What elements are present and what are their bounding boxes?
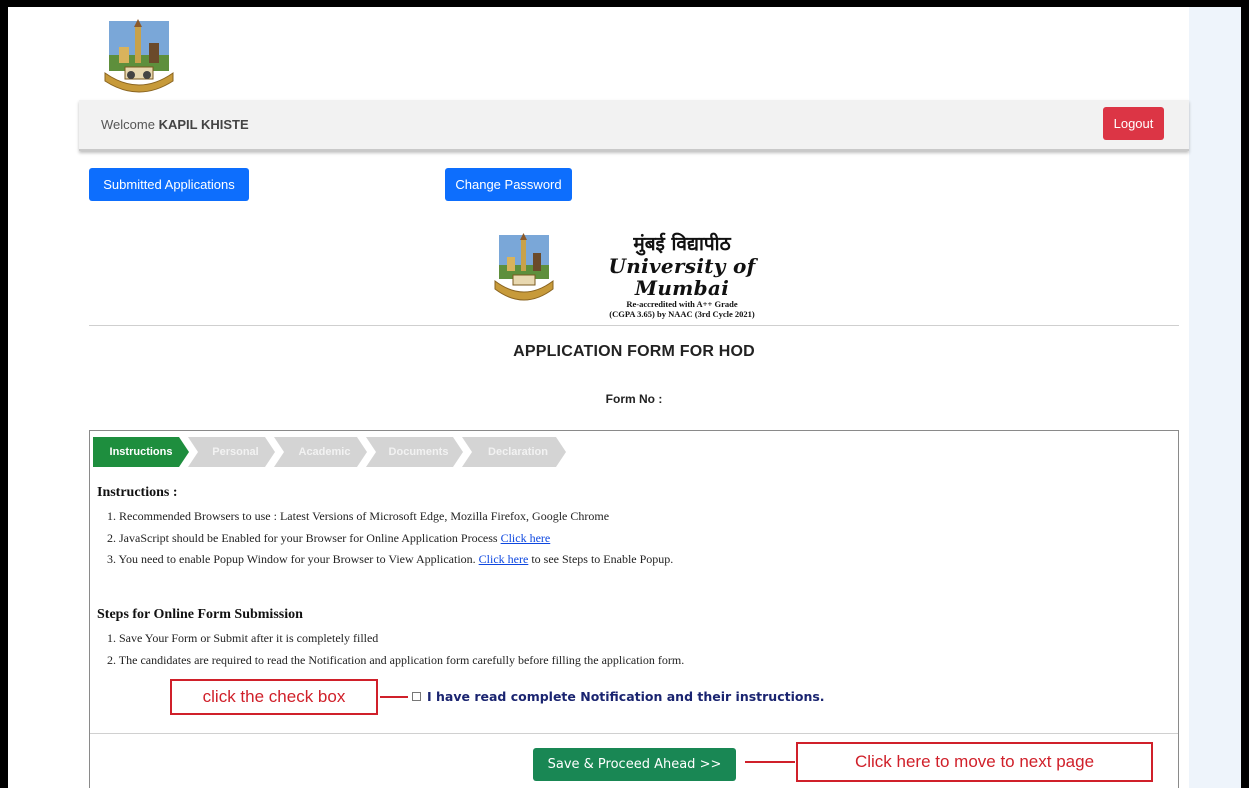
top-navbar: Welcome KAPIL KHISTE Logout xyxy=(79,100,1189,151)
window-border-right xyxy=(1241,0,1249,788)
accreditation-line-2: (CGPA 3.65) by NAAC (3rd Cycle 2021) xyxy=(609,309,755,319)
step-instructions[interactable]: Instructions xyxy=(93,437,189,467)
agreement-checkbox-label[interactable]: I have read complete Notification and th… xyxy=(427,689,825,704)
instruction-item-3-text: 3. You need to enable Popup Window for y… xyxy=(107,552,479,566)
step-declaration[interactable]: Declaration xyxy=(462,437,566,467)
user-name: KAPIL KHISTE xyxy=(158,117,249,132)
divider xyxy=(89,325,1179,326)
logout-button[interactable]: Logout xyxy=(1103,107,1164,140)
university-crest-logo xyxy=(104,19,174,93)
footer-divider xyxy=(90,733,1178,734)
page-margin-left xyxy=(8,7,79,788)
submission-step-1: 1. Save Your Form or Submit after it is … xyxy=(107,631,379,645)
welcome-message: Welcome KAPIL KHISTE xyxy=(101,117,249,132)
annotation-connector-line xyxy=(380,696,408,698)
page-margin-right xyxy=(1189,7,1241,788)
university-name-marathi: मुंबई विद्यापीठ xyxy=(633,233,731,255)
window-border-left xyxy=(0,0,8,788)
agreement-checkbox[interactable] xyxy=(412,692,421,701)
instruction-item-3-suffix: to see Steps to Enable Popup. xyxy=(528,552,674,566)
change-password-button[interactable]: Change Password xyxy=(445,168,572,201)
step-personal[interactable]: Personal xyxy=(188,437,275,467)
instructions-list: 1. Recommended Browsers to use : Latest … xyxy=(107,506,673,571)
instruction-item-2-text: 2. JavaScript should be Enabled for your… xyxy=(107,530,501,545)
form-panel: Instructions Personal Academic Documents… xyxy=(89,430,1179,788)
instruction-item-2: 2. JavaScript should be Enabled for your… xyxy=(107,528,673,550)
annotation-connector-line xyxy=(745,761,795,763)
instruction-item-3: 3. You need to enable Popup Window for y… xyxy=(107,549,673,571)
university-header: मुंबई विद्यापीठ University of Mumbai Re-… xyxy=(493,231,793,319)
submission-steps-heading: Steps for Online Form Submission xyxy=(97,607,303,622)
submission-steps-list: 1. Save Your Form or Submit after it is … xyxy=(107,628,684,671)
agreement-checkbox-row[interactable]: I have read complete Notification and th… xyxy=(412,689,825,704)
form-number-label: Form No : xyxy=(605,392,663,406)
accreditation-line-1: Re-accredited with A++ Grade xyxy=(626,299,738,309)
welcome-prefix: Welcome xyxy=(101,117,155,132)
step-documents[interactable]: Documents xyxy=(366,437,463,467)
university-name-block: मुंबई विद्यापीठ University of Mumbai Re-… xyxy=(567,233,797,319)
page-container: Welcome KAPIL KHISTE Logout Submitted Ap… xyxy=(79,7,1189,788)
submission-step-2: 2. The candidates are required to read t… xyxy=(107,652,685,667)
university-name-english: University of Mumbai xyxy=(608,254,756,300)
step-academic[interactable]: Academic xyxy=(274,437,367,467)
instruction-item-1: 1. Recommended Browsers to use : Latest … xyxy=(107,509,610,523)
instructions-heading: Instructions : xyxy=(97,485,178,500)
popup-help-link[interactable]: Click here xyxy=(479,552,529,566)
save-and-proceed-button[interactable]: Save & Proceed Ahead >> xyxy=(533,748,736,781)
submitted-applications-button[interactable]: Submitted Applications xyxy=(89,168,249,201)
annotation-next-page-hint: Click here to move to next page xyxy=(796,742,1153,782)
javascript-help-link[interactable]: Click here xyxy=(501,531,551,545)
window-border-top xyxy=(0,0,1249,7)
annotation-checkbox-hint: click the check box xyxy=(170,679,378,715)
form-title: APPLICATION FORM FOR HOD xyxy=(513,343,755,360)
university-emblem-logo xyxy=(494,233,554,301)
